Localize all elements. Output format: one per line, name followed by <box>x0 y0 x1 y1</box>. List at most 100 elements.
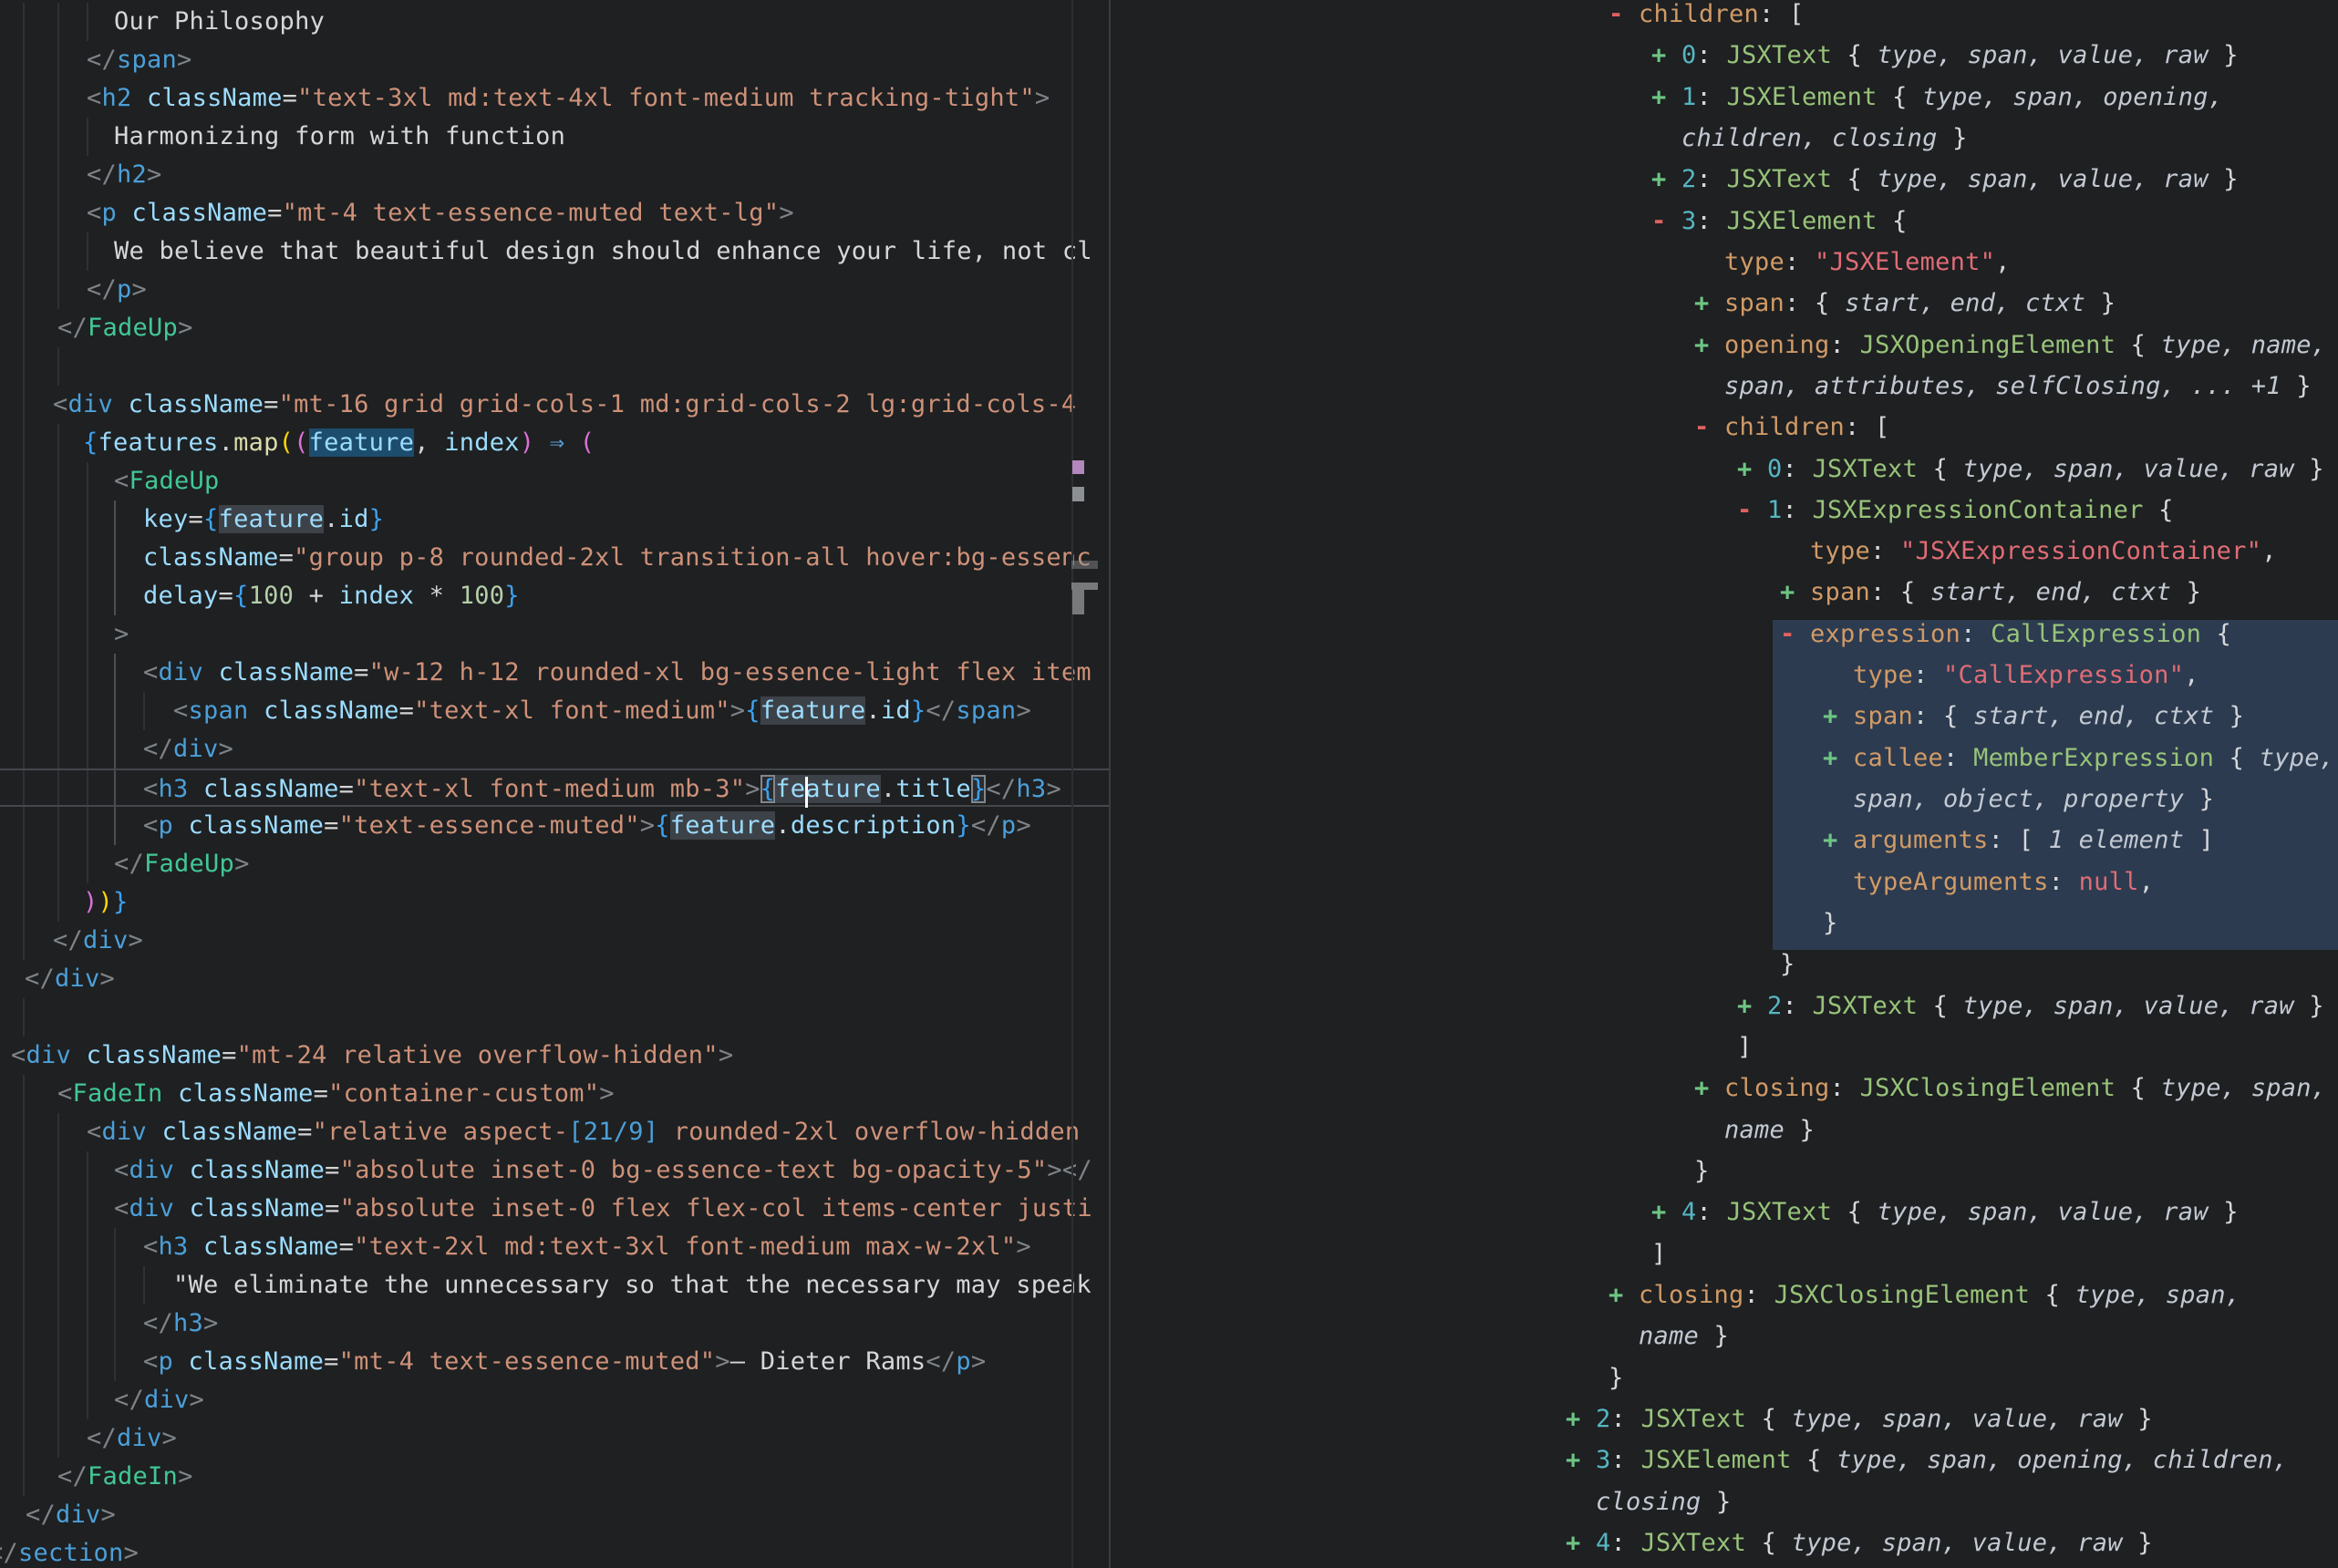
code-line[interactable]: Our Philosophy <box>0 3 1109 41</box>
code-line[interactable]: </section> <box>0 1534 1109 1568</box>
ast-node-row[interactable]: -children: [ <box>1111 0 2338 41</box>
ast-node-row[interactable]: +closing: JSXClosingElement { type, span… <box>1111 1074 2338 1115</box>
code-line[interactable] <box>0 347 1109 386</box>
code-line[interactable]: ))} <box>0 883 1109 922</box>
ast-node-row[interactable]: } <box>1111 1157 2338 1198</box>
code-line[interactable]: <h2 className="text-3xl md:text-4xl font… <box>0 79 1109 118</box>
expand-toggle-icon[interactable]: + <box>1651 41 1667 69</box>
expand-toggle-icon[interactable]: + <box>1566 1405 1581 1433</box>
collapse-toggle-icon[interactable]: - <box>1694 413 1710 441</box>
code-line[interactable]: </div> <box>0 1419 1109 1458</box>
ast-node-row[interactable]: type: "CallExpression", <box>1111 661 2338 702</box>
expand-toggle-icon[interactable]: + <box>1694 289 1710 317</box>
code-line[interactable]: key={feature.id} <box>0 500 1109 539</box>
collapse-toggle-icon[interactable]: - <box>1609 0 1624 28</box>
ast-node-row[interactable]: name } <box>1111 1322 2338 1363</box>
code-line[interactable]: <div className="absolute inset-0 bg-esse… <box>0 1151 1109 1190</box>
code-line[interactable]: </FadeUp> <box>0 309 1109 347</box>
ast-node-row[interactable]: } <box>1111 909 2338 950</box>
code-line[interactable]: className="group p-8 rounded-2xl transit… <box>0 539 1109 577</box>
ast-node-row[interactable]: +1: JSXElement { type, span, opening, <box>1111 83 2338 124</box>
code-line[interactable]: </h3> <box>0 1305 1109 1343</box>
code-line[interactable]: <div className="relative aspect-[21/9] r… <box>0 1113 1109 1151</box>
code-line[interactable]: </div> <box>0 1381 1109 1419</box>
code-line[interactable]: <div className="mt-24 relative overflow-… <box>0 1037 1109 1075</box>
expand-toggle-icon[interactable]: + <box>1566 1529 1581 1557</box>
ast-node-row[interactable]: +span: { start, end, ctxt } <box>1111 578 2338 619</box>
ast-node-row[interactable]: typeArguments: null, <box>1111 868 2338 909</box>
collapse-toggle-icon[interactable]: - <box>1651 207 1667 235</box>
ast-node-row[interactable]: children, closing } <box>1111 124 2338 165</box>
code-line[interactable]: We believe that beautiful design should … <box>0 232 1109 271</box>
ast-node-row[interactable]: +0: JSXText { type, span, value, raw } <box>1111 41 2338 82</box>
ast-node-row[interactable]: ] <box>1111 1033 2338 1074</box>
code-line[interactable]: {features.map((feature, index) ⇒ ( <box>0 424 1109 462</box>
code-line[interactable]: <p className="mt-4 text-essence-muted">—… <box>0 1343 1109 1381</box>
expand-toggle-icon[interactable]: + <box>1651 1198 1667 1226</box>
expand-toggle-icon[interactable]: + <box>1737 455 1753 483</box>
code-line[interactable]: </h2> <box>0 156 1109 194</box>
ast-node-row[interactable]: } <box>1111 950 2338 991</box>
code-editor[interactable]: Our Philosophy</span><h2 className="text… <box>0 0 1109 1568</box>
ast-node-row[interactable]: +opening: JSXOpeningElement { type, name… <box>1111 331 2338 372</box>
ast-node-row[interactable]: +4: JSXText { type, span, value, raw } <box>1111 1529 2338 1568</box>
ast-node-row[interactable]: -3: JSXElement { <box>1111 207 2338 248</box>
ast-node-row[interactable]: +2: JSXText { type, span, value, raw } <box>1111 992 2338 1033</box>
expand-toggle-icon[interactable]: + <box>1651 165 1667 193</box>
code-line[interactable]: </div> <box>0 1496 1109 1534</box>
ast-node-row[interactable]: type: "JSXElement", <box>1111 248 2338 289</box>
expand-toggle-icon[interactable]: + <box>1566 1446 1581 1474</box>
expand-toggle-icon[interactable]: + <box>1780 578 1795 606</box>
code-line[interactable]: </div> <box>0 960 1109 998</box>
ast-node-row[interactable]: +0: JSXText { type, span, value, raw } <box>1111 455 2338 496</box>
code-line[interactable]: <FadeIn className="container-custom"> <box>0 1075 1109 1113</box>
collapse-toggle-icon[interactable]: - <box>1737 496 1753 524</box>
ast-node-row[interactable]: -1: JSXExpressionContainer { <box>1111 496 2338 537</box>
expand-toggle-icon[interactable]: + <box>1823 826 1838 854</box>
ast-node-row[interactable]: +arguments: [ 1 element ] <box>1111 826 2338 867</box>
ast-node-row[interactable]: +3: JSXElement { type, span, opening, ch… <box>1111 1446 2338 1487</box>
code-line[interactable]: </FadeUp> <box>0 845 1109 883</box>
code-line[interactable]: <h3 className="text-2xl md:text-3xl font… <box>0 1228 1109 1266</box>
code-line[interactable]: Harmonizing form with function <box>0 118 1109 156</box>
code-line[interactable]: </div> <box>0 922 1109 960</box>
code-line[interactable]: <p className="mt-4 text-essence-muted te… <box>0 194 1109 232</box>
collapse-toggle-icon[interactable]: - <box>1780 620 1795 648</box>
ast-node-row[interactable]: } <box>1111 1364 2338 1405</box>
ast-node-row[interactable]: +callee: MemberExpression { type, <box>1111 744 2338 785</box>
code-line[interactable]: "We eliminate the unnecessary so that th… <box>0 1266 1109 1305</box>
code-line[interactable]: <div className="w-12 h-12 rounded-xl bg-… <box>0 654 1109 692</box>
ast-node-row[interactable]: closing } <box>1111 1488 2338 1529</box>
code-line[interactable]: </div> <box>0 730 1109 769</box>
ast-node-row[interactable]: name } <box>1111 1116 2338 1157</box>
ast-node-row[interactable]: ] <box>1111 1240 2338 1281</box>
expand-toggle-icon[interactable]: + <box>1694 1074 1710 1102</box>
code-line[interactable]: </p> <box>0 271 1109 309</box>
ast-node-row[interactable]: type: "JSXExpressionContainer", <box>1111 537 2338 578</box>
code-line[interactable] <box>0 998 1109 1037</box>
code-line[interactable]: <span className="text-xl font-medium">{f… <box>0 692 1109 730</box>
ast-node-row[interactable]: span, attributes, selfClosing, ... +1 } <box>1111 372 2338 413</box>
ast-node-row[interactable]: +span: { start, end, ctxt } <box>1111 289 2338 330</box>
ast-node-row[interactable]: span, object, property } <box>1111 785 2338 826</box>
ast-node-row[interactable]: -expression: CallExpression { <box>1111 620 2338 661</box>
ast-tree-panel[interactable]: -children: [+0: JSXText { type, span, va… <box>1111 0 2338 1568</box>
expand-toggle-icon[interactable]: + <box>1651 83 1667 111</box>
code-line[interactable]: </FadeIn> <box>0 1458 1109 1496</box>
ast-node-row[interactable]: +2: JSXText { type, span, value, raw } <box>1111 165 2338 206</box>
expand-toggle-icon[interactable]: + <box>1823 702 1838 730</box>
code-line[interactable]: delay={100 + index * 100} <box>0 577 1109 615</box>
current-code-line[interactable]: <h3 className="text-xl font-medium mb-3"… <box>0 769 1109 807</box>
code-line[interactable]: <div className="mt-16 grid grid-cols-1 m… <box>0 386 1109 424</box>
code-line[interactable]: <p className="text-essence-muted">{featu… <box>0 807 1109 845</box>
code-line[interactable]: > <box>0 615 1109 654</box>
ast-node-row[interactable]: +span: { start, end, ctxt } <box>1111 702 2338 743</box>
expand-toggle-icon[interactable]: + <box>1737 992 1753 1020</box>
code-line[interactable]: </span> <box>0 41 1109 79</box>
expand-toggle-icon[interactable]: + <box>1823 744 1838 772</box>
expand-toggle-icon[interactable]: + <box>1609 1281 1624 1309</box>
ast-node-row[interactable]: -children: [ <box>1111 413 2338 454</box>
code-line[interactable]: <div className="absolute inset-0 flex fl… <box>0 1190 1109 1228</box>
ast-node-row[interactable]: +4: JSXText { type, span, value, raw } <box>1111 1198 2338 1239</box>
ast-node-row[interactable]: +closing: JSXClosingElement { type, span… <box>1111 1281 2338 1322</box>
